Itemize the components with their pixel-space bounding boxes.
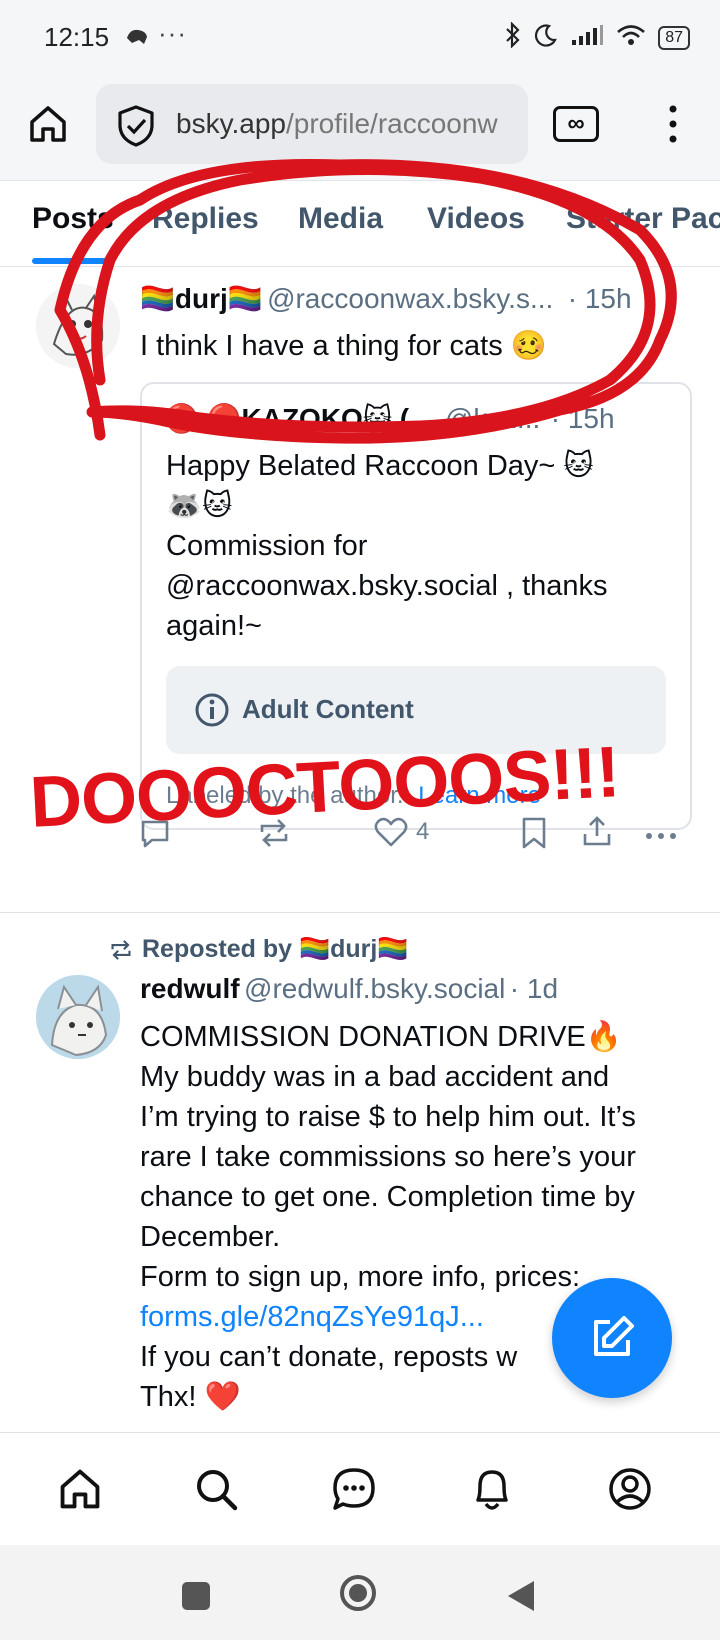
home-dot-icon — [349, 1584, 367, 1602]
reposted-by-text[interactable]: Reposted by 🏳️‍🌈durj🏳️‍🌈 — [142, 935, 408, 964]
tab-videos[interactable]: Videos — [427, 202, 525, 236]
tab-switcher-button[interactable]: ∞ — [550, 100, 602, 148]
quote-line: 🦝🐱 — [166, 490, 233, 522]
bell-icon — [476, 1470, 508, 1510]
post-line: chance to get one. Completion time by — [140, 1181, 635, 1213]
back-triangle-icon — [508, 1581, 534, 1611]
nav-chat-button[interactable] — [324, 1459, 384, 1519]
active-tab-indicator — [32, 258, 112, 264]
quote-time: · 15h — [550, 403, 615, 434]
share-icon — [583, 816, 611, 846]
post-line: rare I take commissions so here’s your — [140, 1141, 636, 1173]
battery-indicator: 87 — [658, 26, 690, 50]
author-handle[interactable]: @redwulf.bsky.social — [244, 973, 505, 1004]
more-horizontal-icon — [646, 833, 676, 839]
bookmark-icon — [522, 817, 546, 849]
tab-posts[interactable]: Posts — [32, 202, 114, 236]
browser-toolbar: bsky.app/profile/raccoonw ∞ — [0, 80, 720, 181]
status-right: 87 — [504, 21, 690, 54]
tab-replies[interactable]: Replies — [152, 202, 259, 236]
search-icon — [197, 1470, 238, 1511]
home-icon — [60, 1469, 100, 1509]
browser-menu-button[interactable] — [648, 94, 698, 154]
post-line: December. — [140, 1221, 281, 1253]
recents-button[interactable] — [182, 1582, 210, 1610]
post-time[interactable]: · 15h — [568, 283, 632, 314]
compose-button[interactable] — [552, 1278, 672, 1398]
repost-indicator: Reposted by 🏳️‍🌈durj🏳️‍🌈 — [108, 935, 408, 964]
status-more: ··· — [158, 18, 187, 48]
profile-tabs: Posts Replies Media Videos Starter Pac — [0, 182, 720, 267]
bottom-nav — [0, 1432, 720, 1545]
system-home-button[interactable] — [340, 1575, 376, 1611]
quote-author-handle: @kaz... — [444, 403, 541, 434]
more-vertical-icon — [669, 105, 677, 143]
post-text: I think I have a thing for cats 🥴 — [140, 330, 547, 362]
tab-starter-packs[interactable]: Starter Pac — [566, 202, 720, 236]
info-icon — [194, 692, 230, 733]
app-notification-icon — [124, 26, 150, 53]
back-button[interactable] — [506, 1579, 536, 1618]
post-header: redwulf @redwulf.bsky.social · 1d — [140, 973, 558, 1005]
quote-header: 🔴 🔴KAZOKO😺 (... @kaz... · 15h — [164, 402, 615, 435]
avatar[interactable] — [36, 284, 120, 368]
quote-author-name: 🔴 🔴KAZOKO😺 (... — [164, 403, 433, 434]
dnd-moon-icon — [534, 23, 558, 53]
post-line: COMMISSION DONATION DRIVE🔥 — [140, 1021, 622, 1053]
chat-icon — [333, 1468, 375, 1510]
quote-text: Happy Belated Raccoon Day~ 🐱 🦝🐱 Commissi… — [166, 446, 666, 646]
bluetooth-icon — [504, 21, 522, 54]
nav-notifications-button[interactable] — [462, 1459, 522, 1519]
nav-home-button[interactable] — [50, 1459, 110, 1519]
quote-line: again!~ — [166, 610, 262, 642]
quote-line: @raccoonwax.bsky.social , thanks — [166, 570, 608, 602]
bookmark-button[interactable] — [520, 816, 548, 855]
adult-content-label: Adult Content — [242, 694, 414, 724]
tab-count-icon: ∞ — [553, 106, 599, 142]
wifi-icon — [616, 23, 646, 53]
home-icon — [30, 106, 66, 142]
post-header: 🏳️‍🌈durj🏳️‍🌈 @raccoonwax.bsky.s... · 15h — [140, 282, 632, 315]
status-bar: 12:15 ··· 87 — [0, 0, 720, 80]
author-name[interactable]: 🏳️‍🌈durj🏳️‍🌈 — [140, 283, 263, 314]
profile-icon — [609, 1468, 651, 1510]
address-bar[interactable]: bsky.app/profile/raccoonw — [96, 84, 528, 164]
status-time: 12:15 — [44, 22, 110, 52]
avatar[interactable] — [36, 975, 120, 1059]
repost-icon — [111, 939, 131, 960]
compose-pencil-icon — [594, 1316, 634, 1356]
browser-home-button[interactable] — [18, 94, 78, 154]
tab-media[interactable]: Media — [298, 202, 383, 236]
signal-icon — [570, 24, 604, 52]
url-text[interactable]: bsky.app/profile/raccoonw — [176, 108, 498, 140]
nav-profile-button[interactable] — [600, 1459, 660, 1519]
post-more-button[interactable] — [644, 828, 678, 846]
post-line: I’m trying to raise $ to help him out. I… — [140, 1101, 636, 1133]
share-button[interactable] — [580, 814, 614, 853]
nav-search-button[interactable] — [186, 1459, 246, 1519]
quote-line: Commission for — [166, 530, 368, 562]
shield-check-icon[interactable] — [116, 104, 156, 153]
author-handle[interactable]: @raccoonwax.bsky.s... — [267, 283, 553, 314]
post-time[interactable]: · 1d — [510, 973, 558, 1004]
quote-line: Happy Belated Raccoon Day~ 🐱 — [166, 450, 594, 482]
author-name[interactable]: redwulf — [140, 973, 240, 1004]
system-navigation-bar — [0, 1545, 720, 1640]
post-line: My buddy was in a bad accident and — [140, 1061, 610, 1093]
